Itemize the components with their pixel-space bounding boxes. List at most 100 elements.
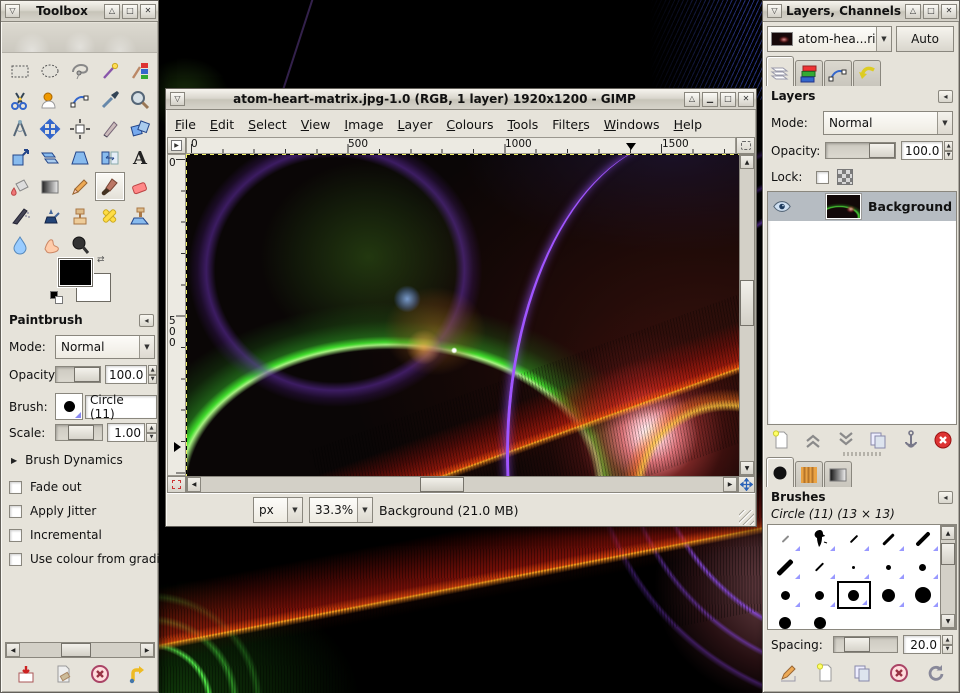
option-apply-jitter[interactable]: Apply Jitter [9, 499, 159, 523]
swap-colors-icon[interactable]: ⇄ [97, 255, 111, 267]
menu-view[interactable]: View [294, 114, 338, 135]
vertical-ruler[interactable]: 0500 [167, 154, 186, 476]
tool-paintbrush[interactable] [95, 172, 125, 201]
raise-layer-button[interactable] [799, 429, 827, 451]
resize-grip[interactable] [739, 510, 754, 525]
brush-dash-m2[interactable] [802, 553, 836, 581]
menu-windows[interactable]: Windows [597, 114, 667, 135]
tool-paths[interactable] [65, 85, 95, 114]
tool-perspective-clone[interactable] [125, 201, 155, 230]
close-button[interactable]: ✕ [738, 92, 754, 107]
menu-filters[interactable]: Filters [545, 114, 596, 135]
layer-row-background[interactable]: Background [768, 192, 956, 221]
tab-undo-history[interactable] [853, 60, 881, 86]
option-use-colour-from-gradient[interactable]: Use colour from gradient [9, 547, 159, 571]
use-colour-from-gradient-checkbox[interactable] [9, 553, 22, 566]
tool-options-scrollbar[interactable]: ◀ ▶ [5, 642, 155, 658]
dock-splitter[interactable] [843, 452, 881, 456]
unit-select[interactable]: px ▼ [253, 497, 303, 523]
incremental-checkbox[interactable] [9, 529, 22, 542]
tool-perspective[interactable] [65, 143, 95, 172]
duplicate-layer-button[interactable] [864, 429, 892, 451]
tool-airbrush[interactable] [5, 201, 35, 230]
menu-file[interactable]: File [168, 114, 203, 135]
brush-dash-m[interactable] [837, 525, 871, 553]
brush-name-value[interactable]: Circle (11) [85, 395, 157, 419]
window-menu-icon[interactable]: ▽ [767, 4, 782, 18]
tab-gradients[interactable] [824, 461, 852, 487]
scroll-left-icon[interactable]: ◀ [6, 643, 20, 657]
brush-bird[interactable] [802, 525, 836, 553]
menu-colours[interactable]: Colours [439, 114, 500, 135]
menu-layer[interactable]: Layer [391, 114, 440, 135]
foreground-color-swatch[interactable] [58, 258, 93, 287]
tool-scale[interactable] [5, 143, 35, 172]
delete-brush-button[interactable] [886, 661, 912, 685]
brush-dot-5[interactable] [871, 553, 905, 581]
menu-edit[interactable]: Edit [203, 114, 241, 135]
image-canvas[interactable] [186, 154, 739, 476]
toolbox-drag-area[interactable] [2, 23, 157, 53]
tab-paths[interactable] [824, 60, 852, 86]
horizontal-ruler[interactable]: 050010001500 [186, 137, 736, 154]
menu-tools[interactable]: Tools [500, 114, 545, 135]
brush-grid-scrollbar[interactable]: ▲ ▼ [940, 525, 956, 629]
default-colors-icon[interactable] [50, 291, 64, 305]
rollup-icon[interactable]: ◂ [938, 90, 953, 103]
window-menu-icon[interactable]: ▽ [5, 4, 20, 18]
brush-dot-11[interactable] [837, 581, 871, 609]
opacity-slider[interactable] [55, 366, 101, 383]
layer-opacity-spinner[interactable]: 100.0 ▲▼ [901, 141, 953, 160]
toolbox-titlebar[interactable]: ▽ Toolbox △ □ ✕ [1, 1, 158, 22]
maximize-button[interactable]: □ [923, 4, 939, 19]
tool-free-select[interactable] [65, 56, 95, 85]
new-layer-button[interactable] [767, 429, 795, 451]
image-selector[interactable]: atom-hea...rix.jpg-1 ▼ [767, 26, 892, 52]
tool-scissors-select[interactable] [5, 85, 35, 114]
brush-dot-12[interactable] [768, 609, 802, 629]
brush-dynamics-expander[interactable]: ▶ Brush Dynamics [11, 453, 156, 467]
rollup-icon[interactable]: ◂ [938, 491, 953, 504]
lock-alpha-checkbox[interactable] [816, 171, 829, 184]
scale-slider[interactable] [55, 424, 103, 441]
tool-pencil[interactable] [65, 172, 95, 201]
brush-dash-s[interactable] [768, 525, 802, 553]
tool-bucket-fill[interactable] [5, 172, 35, 201]
brush-preview-button[interactable] [55, 393, 83, 420]
tool-text[interactable]: A [125, 143, 155, 172]
layer-opacity-slider[interactable] [825, 142, 896, 159]
brush-dot-12[interactable] [802, 609, 836, 629]
tool-clone[interactable] [65, 201, 95, 230]
tool-flip[interactable] [95, 143, 125, 172]
tool-rotate[interactable] [125, 114, 155, 143]
image-window-titlebar[interactable]: ▽ atom-heart-matrix.jpg-1.0 (RGB, 1 laye… [166, 89, 756, 110]
tool-rectangle-select[interactable] [5, 56, 35, 85]
opacity-spinner[interactable]: 100.0 ▲▼ [105, 365, 157, 384]
reset-options-button[interactable] [124, 662, 150, 686]
quick-mask-toggle[interactable] [167, 476, 186, 493]
auto-button[interactable]: Auto [896, 26, 954, 52]
lower-layer-button[interactable] [832, 429, 860, 451]
brush-stroke-l[interactable] [906, 525, 940, 553]
brush-dot-16[interactable] [906, 581, 940, 609]
tool-heal[interactable] [95, 201, 125, 230]
shade-button[interactable]: △ [905, 4, 921, 19]
shade-button[interactable]: △ [104, 4, 120, 19]
delete-options-button[interactable] [87, 662, 113, 686]
option-incremental[interactable]: Incremental [9, 523, 159, 547]
tool-select-by-color[interactable] [125, 56, 155, 85]
maximize-button[interactable]: □ [720, 92, 736, 107]
scroll-up-icon[interactable]: ▲ [740, 155, 754, 169]
tool-crop[interactable] [95, 114, 125, 143]
tab-layers[interactable] [766, 56, 794, 86]
edit-brush-button[interactable] [775, 661, 801, 685]
minimize-button[interactable]: ▁ [702, 92, 718, 107]
brush-stroke-m[interactable] [871, 525, 905, 553]
option-fade-out[interactable]: Fade out [9, 475, 159, 499]
new-brush-button[interactable] [812, 661, 838, 685]
tool-color-picker[interactable] [95, 85, 125, 114]
visibility-eye-icon[interactable] [772, 200, 792, 213]
fade-out-checkbox[interactable] [9, 481, 22, 494]
menu-help[interactable]: Help [667, 114, 710, 135]
spin-arrows[interactable]: ▲▼ [146, 423, 157, 442]
